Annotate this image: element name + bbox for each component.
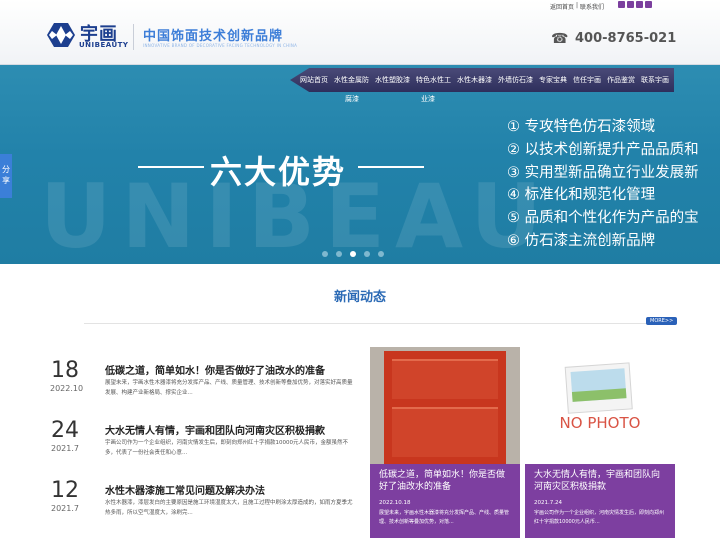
title-line-left — [138, 166, 204, 168]
news-card[interactable]: NO PHOTO 大水无情人有情，宇画和团队向河南灾区积极捐款 2021.7.2… — [525, 347, 675, 538]
social-icons — [618, 1, 652, 8]
banner-title: 六大优势 — [210, 153, 347, 191]
news-day: 12 — [51, 478, 79, 503]
nav-plastic-paint[interactable]: 水性塑胶漆 — [375, 75, 410, 85]
logo-icon[interactable] — [46, 22, 76, 48]
nav-home[interactable]: 网站首页 — [300, 75, 328, 85]
news-card-date: 2021.7.24 — [534, 500, 562, 506]
news-date: 2021.7 — [51, 504, 79, 513]
slider-dot[interactable] — [378, 251, 384, 257]
news-card-date: 2022.10.18 — [379, 500, 411, 506]
news-day: 24 — [51, 418, 79, 443]
news-title[interactable]: 大水无情人有情，宇画和团队向河南灾区积极捐款 — [105, 422, 325, 437]
news-card-title[interactable]: 低碳之道，简单如水！你是否做好了油改水的准备 — [379, 469, 511, 493]
nav-metal-paint[interactable]: 水性金属防 — [334, 75, 369, 85]
nav-trust[interactable]: 信任宇画 — [573, 75, 601, 85]
advantage-item: ④ 标准化和规范化管理 — [507, 187, 656, 204]
share-tab[interactable]: 分享 — [0, 154, 12, 198]
news-title[interactable]: 水性木器漆施工常见问题及解决办法 — [105, 482, 265, 497]
nav-wood-paint[interactable]: 水性木器漆 — [457, 75, 492, 85]
more-button[interactable]: MORE>> — [646, 317, 678, 325]
title-line-right — [358, 166, 424, 168]
weibo-icon[interactable] — [618, 1, 625, 8]
news-card[interactable]: 低碳之道，简单如水！你是否做好了油改水的准备 2022.10.18 展望未来，宇… — [370, 347, 520, 538]
news-date: 2021.7 — [51, 444, 79, 453]
nav-sub-industrial[interactable]: 业漆 — [421, 94, 435, 104]
brand-slogan: 中国饰面技术创新品牌 — [143, 29, 284, 44]
nav-stone-paint[interactable]: 外墙仿石漆 — [498, 75, 533, 85]
slider-dot-active[interactable] — [350, 251, 356, 257]
news-card-body: 大水无情人有情，宇画和团队向河南灾区积极捐款 2021.7.24 宇画公司作为一… — [525, 464, 675, 538]
advantage-item: ① 专攻特色仿石漆领域 — [507, 119, 656, 135]
top-links: 返回首页 | 联系我们 — [550, 2, 604, 11]
slider-dot[interactable] — [322, 251, 328, 257]
nav-expert[interactable]: 专家宝典 — [539, 75, 567, 85]
news-section-title: 新闻动态 — [333, 290, 386, 305]
logo-divider — [133, 24, 134, 50]
contact-link[interactable]: 联系我们 — [580, 2, 604, 11]
news-card-desc: 展望未来，宇画水性木器漆将充分发挥产品、产线、质量管理、技术创新等叠加优势，对落… — [379, 510, 510, 525]
phone-icon: ☎ — [551, 31, 569, 47]
no-photo-image[interactable] — [525, 347, 675, 464]
news-card-title[interactable]: 大水无情人有情，宇画和团队向河南灾区积极捐款 — [534, 469, 666, 493]
nav-works[interactable]: 作品鉴赏 — [607, 75, 635, 85]
slider-dots — [322, 251, 384, 257]
advantage-item: ③ 实用型新品确立行业发展新 — [507, 164, 699, 181]
site-header: 返回首页 | 联系我们 宇画 UNIBEAUTY 中国饰面技术创新品牌 INNO… — [0, 0, 720, 65]
wechat-icon[interactable] — [627, 1, 634, 8]
qq-icon[interactable] — [636, 1, 643, 8]
brand-slogan-english: INNOVATIVE BRAND OF DECORATIVE FACING TE… — [143, 43, 298, 48]
nav-special-industrial[interactable]: 特色水性工 — [416, 75, 451, 85]
news-card-desc: 宇画公司作为一个企业组织，河南灾情发生后，即刻向郑州红十字捐款10000元人民币… — [534, 510, 665, 525]
no-photo-label: NO PHOTO — [559, 414, 641, 432]
phone-number: 400-8765-021 — [575, 31, 677, 46]
nav-contact[interactable]: 联系宇画 — [641, 75, 669, 85]
news-title[interactable]: 低碳之道，简单如水！你是否做好了油改水的准备 — [105, 362, 325, 377]
news-card-image[interactable] — [370, 347, 520, 464]
slider-dot[interactable] — [364, 251, 370, 257]
news-date: 2022.10 — [50, 384, 84, 393]
news-day: 18 — [51, 358, 79, 383]
advantage-item: ② 以技术创新提升产品品质和 — [507, 141, 699, 158]
advantage-list: ① 专攻特色仿石漆领域 ② 以技术创新提升产品品质和 ③ 实用型新品确立行业发展… — [507, 116, 699, 253]
news-desc: 宇画公司作为一个企业组织，河南灾情发生后，即刻向郑州红十字捐款10000元人民币… — [105, 440, 348, 456]
news-divider — [84, 314, 676, 324]
slider-dot[interactable] — [336, 251, 342, 257]
news-desc: 展望未来，宇画水性木器漆将充分发挥产品、产线、质量管理、技术创新等叠加优势，对落… — [105, 380, 353, 396]
top-link-divider: | — [575, 2, 578, 9]
advantage-item: ⑥ 仿石漆主流创新品牌 — [507, 232, 656, 249]
logo-english: UNIBEAUTY — [79, 41, 129, 49]
nav-sub-metal[interactable]: 腐漆 — [345, 94, 359, 104]
home-link[interactable]: 返回首页 — [550, 2, 574, 11]
advantage-item: ⑤ 品质和个性化作为产品的宝 — [507, 210, 699, 227]
news-card-body: 低碳之道，简单如水！你是否做好了油改水的准备 2022.10.18 展望未来，宇… — [370, 464, 520, 538]
hero-banner[interactable]: UNIBEAU 网站首页 水性金属防 水性塑胶漆 特色水性工 水性木器漆 外墙仿… — [0, 65, 720, 264]
main-nav: 网站首页 水性金属防 水性塑胶漆 特色水性工 水性木器漆 外墙仿石漆 专家宝典 … — [290, 68, 674, 92]
share-icon[interactable] — [645, 1, 652, 8]
news-desc: 水性木器漆，漆层发白的主要原因是施工环境湿度太大，且施工过程中刷涂太厚造成的，如… — [105, 500, 353, 516]
